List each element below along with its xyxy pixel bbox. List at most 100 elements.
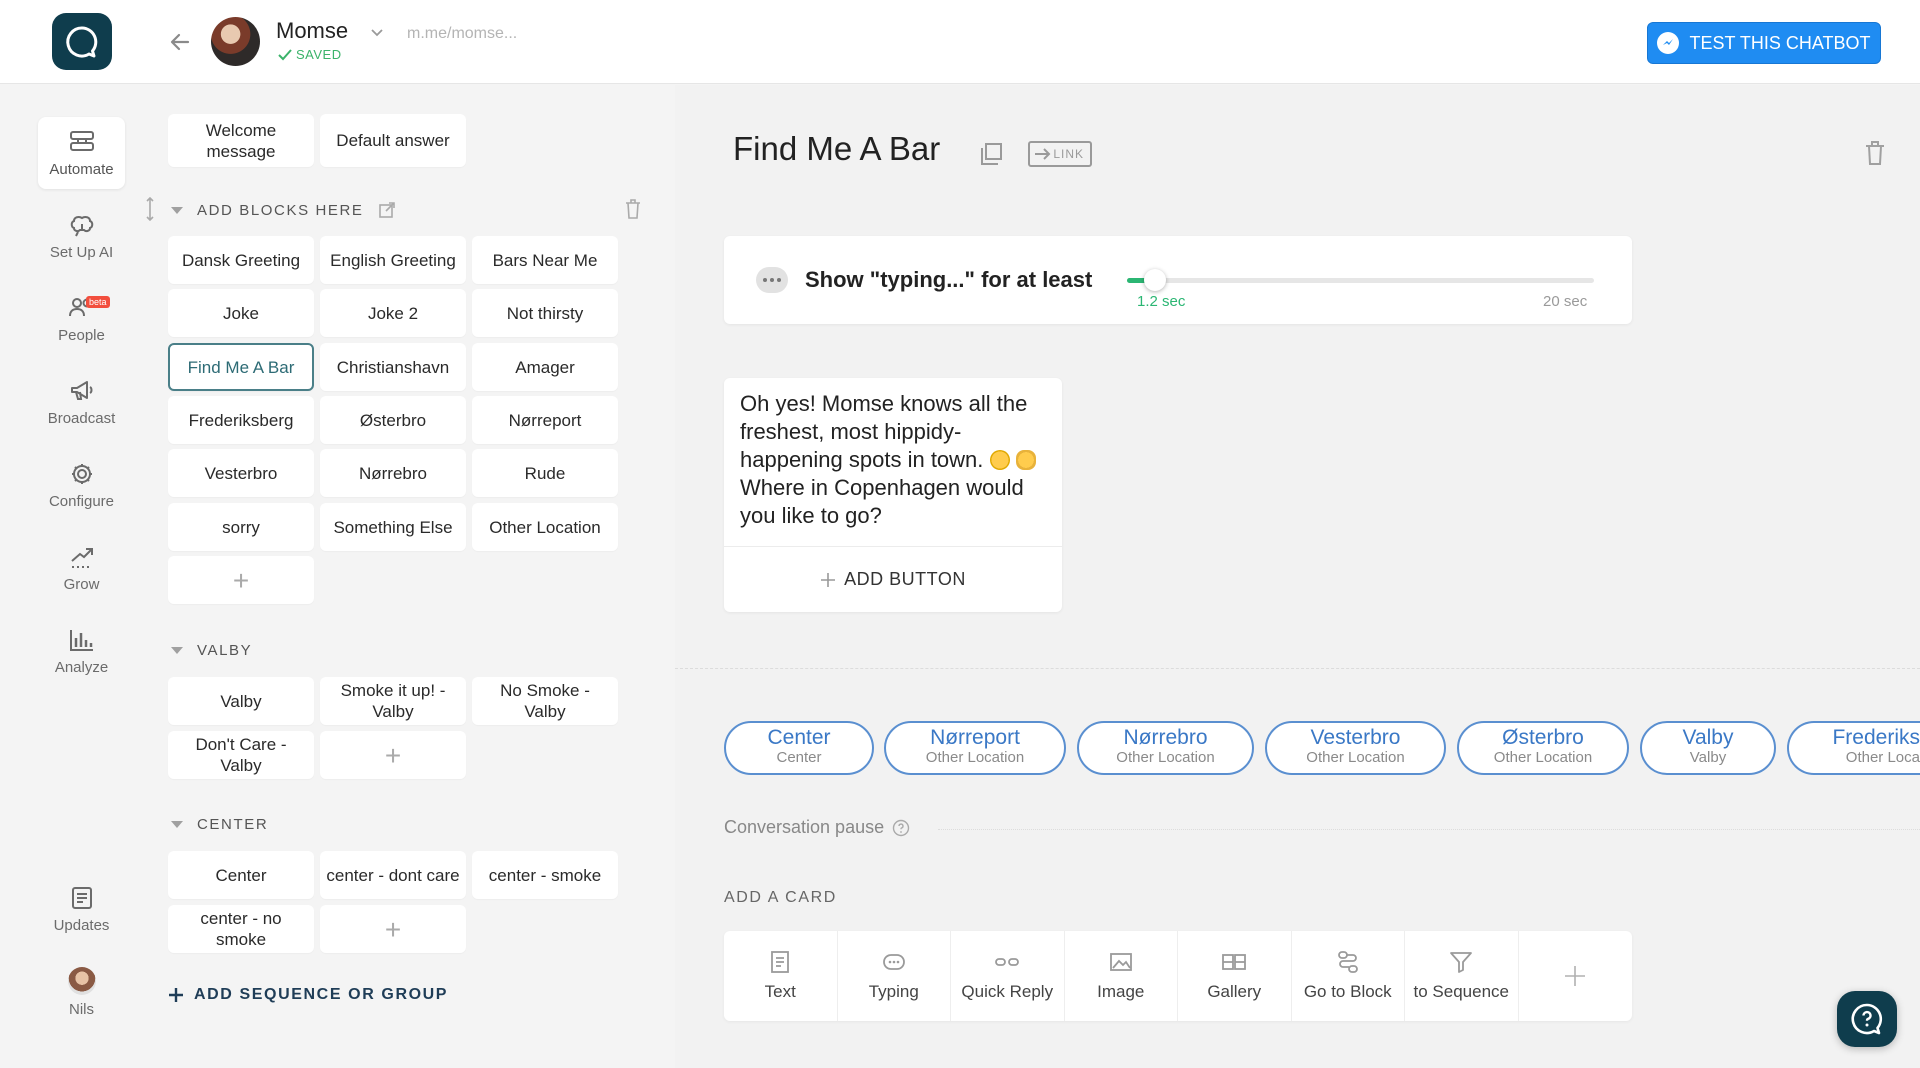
quick-reply-chip[interactable]: Center Center bbox=[724, 721, 874, 775]
add-button-button[interactable]: ADD BUTTON bbox=[724, 547, 1062, 612]
block-item[interactable]: Center bbox=[168, 851, 314, 899]
quick-reply-chip[interactable]: Valby Valby bbox=[1640, 721, 1776, 775]
block-item[interactable]: Østerbro bbox=[320, 396, 466, 444]
help-chat-button[interactable] bbox=[1837, 991, 1897, 1047]
nav-updates[interactable]: Updates bbox=[38, 873, 125, 945]
user-avatar bbox=[67, 966, 96, 995]
add-typing-card-button[interactable]: Typing bbox=[838, 931, 951, 1021]
message-text-line1: Oh yes! Momse knows all the freshest, mo… bbox=[740, 391, 1028, 472]
bot-avatar[interactable] bbox=[211, 17, 260, 66]
more-cards-button[interactable] bbox=[1519, 931, 1633, 1021]
add-go-to-block-button[interactable]: Go to Block bbox=[1292, 931, 1405, 1021]
collapse-caret-icon[interactable] bbox=[171, 206, 183, 214]
back-arrow-icon[interactable] bbox=[166, 28, 194, 56]
typing-slider[interactable] bbox=[1127, 269, 1594, 291]
block-item[interactable]: Something Else bbox=[320, 503, 466, 551]
funnel-icon bbox=[1450, 952, 1473, 973]
add-block-button[interactable]: + bbox=[320, 731, 466, 779]
block-item[interactable]: center - no smoke bbox=[168, 905, 314, 953]
collapse-caret-icon[interactable] bbox=[171, 820, 183, 828]
block-item[interactable]: Don't Care - Valby bbox=[168, 731, 314, 779]
add-block-button[interactable]: + bbox=[168, 556, 314, 604]
block-welcome-message[interactable]: Welcome message bbox=[168, 114, 314, 167]
group-header-center[interactable]: CENTER bbox=[171, 814, 268, 834]
collapse-caret-icon[interactable] bbox=[171, 646, 183, 654]
bot-link[interactable]: m.me/momse... bbox=[407, 25, 517, 43]
add-gallery-card-button[interactable]: Gallery bbox=[1178, 931, 1292, 1021]
block-item[interactable]: Frederiksberg bbox=[168, 396, 314, 444]
block-item[interactable]: sorry bbox=[168, 503, 314, 551]
drag-handle-icon[interactable] bbox=[145, 196, 155, 222]
nav-updates-label: Updates bbox=[53, 916, 110, 934]
block-item[interactable]: No Smoke - Valby bbox=[472, 677, 618, 725]
block-item[interactable]: center - dont care bbox=[320, 851, 466, 899]
typing-icon bbox=[882, 954, 905, 970]
chevron-down-icon[interactable] bbox=[369, 24, 385, 40]
add-block-button[interactable]: + bbox=[320, 905, 466, 953]
brain-icon bbox=[70, 215, 93, 236]
block-item[interactable]: Christianshavn bbox=[320, 343, 466, 391]
add-image-card-button[interactable]: Image bbox=[1065, 931, 1178, 1021]
block-item[interactable]: center - smoke bbox=[472, 851, 618, 899]
chatfuel-logo-icon[interactable] bbox=[52, 13, 112, 70]
nav-configure[interactable]: Configure bbox=[38, 449, 125, 521]
group-trash-icon[interactable] bbox=[624, 198, 642, 220]
quick-reply-chip[interactable]: Nørreport Other Location bbox=[884, 721, 1066, 775]
nav-automate[interactable]: Automate bbox=[38, 117, 125, 189]
block-item[interactable]: Joke 2 bbox=[320, 289, 466, 337]
nav-grow[interactable]: Grow bbox=[38, 532, 125, 604]
beta-badge: beta bbox=[86, 296, 110, 308]
block-item[interactable]: Valby bbox=[168, 677, 314, 725]
block-item[interactable]: Amager bbox=[472, 343, 618, 391]
quick-reply-chip[interactable]: Frederiks Other Loca bbox=[1787, 721, 1920, 775]
conversation-pause[interactable]: Conversation pause bbox=[724, 817, 910, 838]
nav-user-label: Nils bbox=[69, 1000, 94, 1018]
trash-icon[interactable] bbox=[1864, 140, 1886, 166]
quick-reply-title: Frederiks bbox=[1832, 726, 1920, 749]
message-text[interactable]: Oh yes! Momse knows all the freshest, mo… bbox=[740, 390, 1052, 530]
block-item[interactable]: Not thirsty bbox=[472, 289, 618, 337]
block-item[interactable]: Other Location bbox=[472, 503, 618, 551]
copy-icon[interactable] bbox=[978, 141, 1004, 167]
block-item[interactable]: Dansk Greeting bbox=[168, 236, 314, 284]
nav-user[interactable]: Nils bbox=[38, 956, 125, 1028]
nav-analyze[interactable]: Analyze bbox=[38, 615, 125, 687]
add-sequence-or-group-button[interactable]: ADD SEQUENCE OR GROUP bbox=[168, 986, 448, 1004]
link-arrow-icon bbox=[1035, 148, 1051, 160]
block-default-answer[interactable]: Default answer bbox=[320, 114, 466, 167]
typing-label: Show "typing..." for at least bbox=[805, 267, 1093, 292]
nav-people-label: People bbox=[58, 326, 105, 344]
plus-icon bbox=[821, 572, 836, 587]
sunglasses-emoji-icon bbox=[989, 450, 1010, 470]
block-title[interactable]: Find Me A Bar bbox=[733, 130, 940, 168]
add-quick-reply-button[interactable]: Quick Reply bbox=[951, 931, 1065, 1021]
nav-set-up-ai[interactable]: Set Up AI bbox=[38, 200, 125, 272]
pause-divider bbox=[938, 829, 1920, 830]
group-header-main[interactable]: ADD BLOCKS HERE bbox=[171, 200, 396, 220]
block-item[interactable]: Nørreport bbox=[472, 396, 618, 444]
help-circle-icon[interactable] bbox=[892, 819, 910, 837]
text-card[interactable]: Oh yes! Momse knows all the freshest, mo… bbox=[724, 378, 1062, 612]
typing-slider-handle[interactable] bbox=[1144, 269, 1167, 291]
quick-reply-chip[interactable]: Vesterbro Other Location bbox=[1265, 721, 1446, 775]
block-item[interactable]: Rude bbox=[472, 449, 618, 497]
quick-reply-chip[interactable]: Østerbro Other Location bbox=[1457, 721, 1629, 775]
bot-name[interactable]: Momse bbox=[276, 18, 348, 44]
block-item[interactable]: Bars Near Me bbox=[472, 236, 618, 284]
add-to-sequence-button[interactable]: to Sequence bbox=[1405, 931, 1519, 1021]
external-link-icon[interactable] bbox=[378, 201, 396, 219]
block-item-selected[interactable]: Find Me A Bar bbox=[168, 343, 314, 391]
block-item[interactable]: Joke bbox=[168, 289, 314, 337]
block-item[interactable]: Nørrebro bbox=[320, 449, 466, 497]
group-header-valby[interactable]: VALBY bbox=[171, 640, 252, 660]
quick-reply-chip[interactable]: Nørrebro Other Location bbox=[1077, 721, 1254, 775]
block-item[interactable]: English Greeting bbox=[320, 236, 466, 284]
block-item[interactable]: Vesterbro bbox=[168, 449, 314, 497]
link-button[interactable]: LINK bbox=[1028, 141, 1092, 167]
add-card-toolbar: Text Typing Quick Reply Image Gallery Go… bbox=[724, 931, 1632, 1021]
test-chatbot-button[interactable]: TEST THIS CHATBOT bbox=[1647, 22, 1881, 64]
nav-broadcast[interactable]: Broadcast bbox=[38, 366, 125, 438]
block-item[interactable]: Smoke it up! - Valby bbox=[320, 677, 466, 725]
nav-people[interactable]: beta People bbox=[38, 283, 125, 355]
add-text-card-button[interactable]: Text bbox=[724, 931, 838, 1021]
